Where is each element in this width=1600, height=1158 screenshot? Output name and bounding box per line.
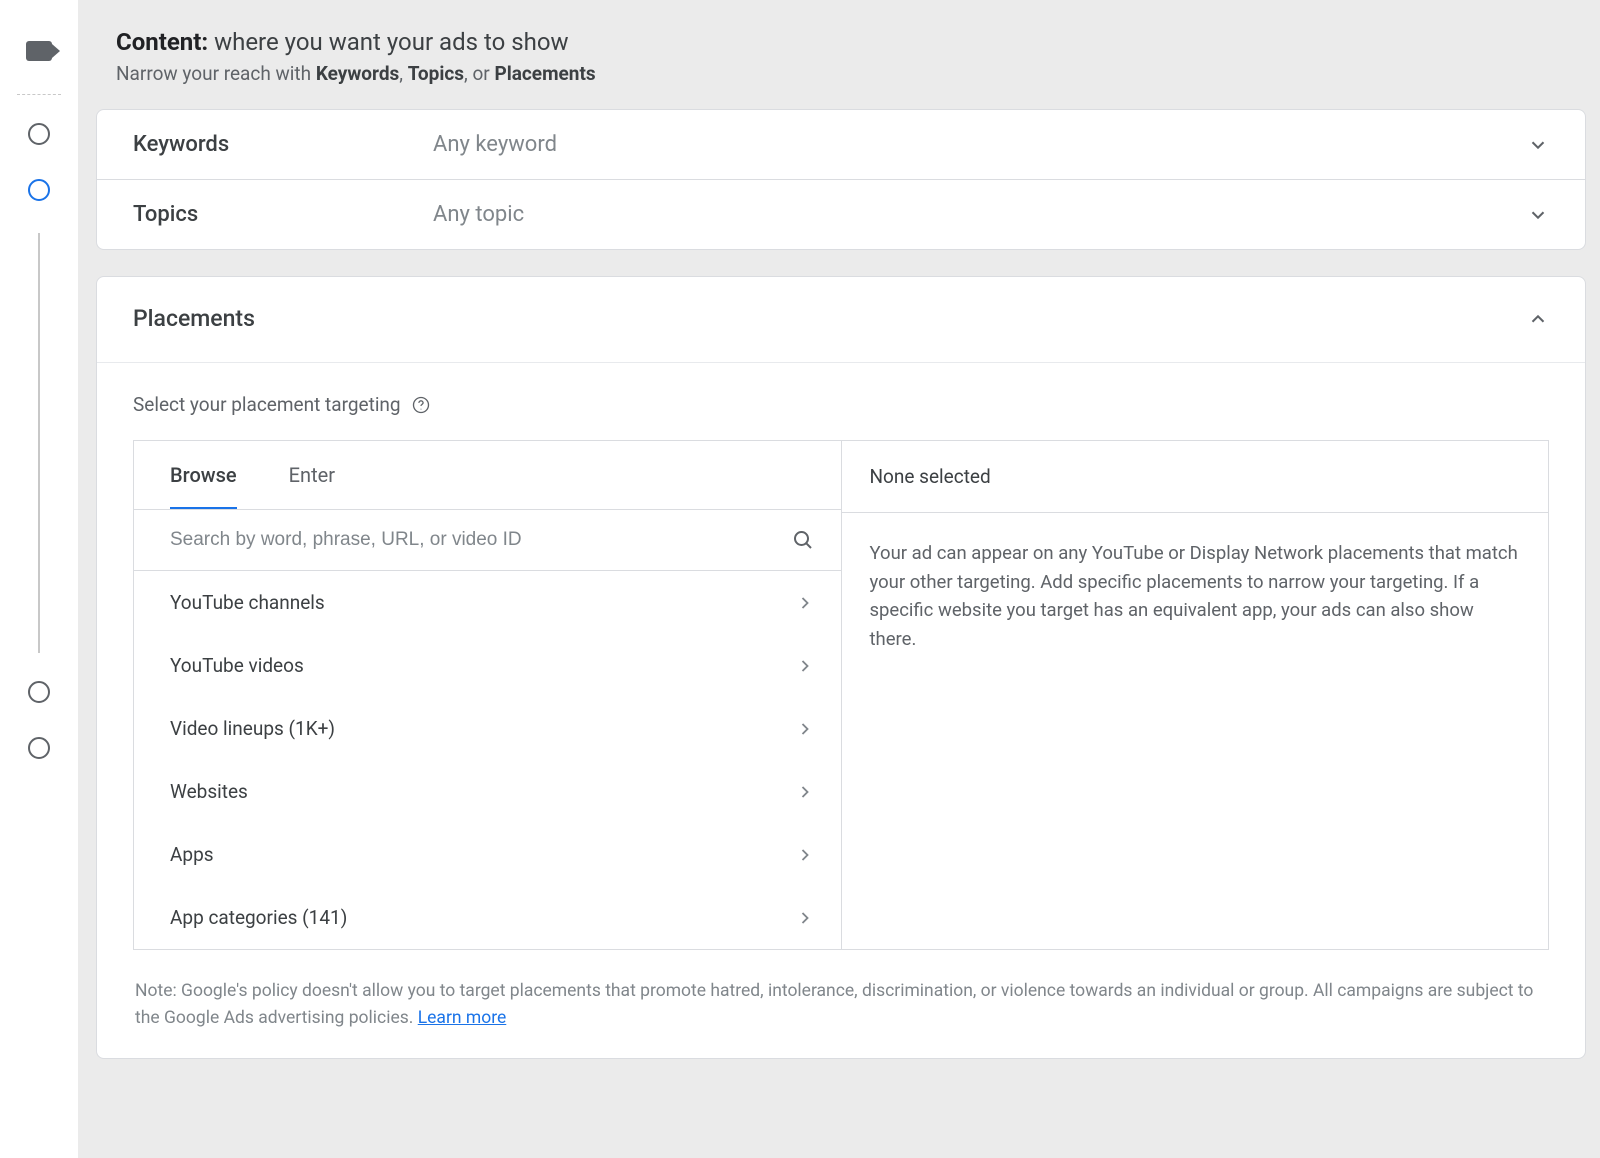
chevron-right-icon [795, 908, 815, 928]
placement-category[interactable]: YouTube channels [134, 571, 841, 634]
chevron-right-icon [795, 845, 815, 865]
tab-enter[interactable]: Enter [289, 463, 335, 510]
placement-picker: Browse Enter YouTube channels YouTube vid… [133, 440, 1549, 950]
step-circle[interactable] [26, 735, 52, 761]
selection-heading: None selected [842, 441, 1549, 513]
topics-row[interactable]: Topics Any topic [97, 180, 1585, 249]
content-collapsed-card: Keywords Any keyword Topics Any topic [96, 109, 1586, 250]
content-section-header: Content: where you want your ads to show… [96, 8, 1586, 109]
content-title-bold: Content: [116, 28, 208, 56]
chevron-right-icon [795, 593, 815, 613]
step-circle-active[interactable] [26, 177, 52, 203]
placements-header[interactable]: Placements [97, 277, 1585, 363]
step-circle[interactable] [26, 121, 52, 147]
topics-value: Any topic [433, 202, 1527, 227]
video-icon [26, 38, 52, 64]
placement-subtitle: Select your placement targeting [133, 393, 401, 416]
placement-category[interactable]: Apps [134, 823, 841, 886]
chevron-down-icon [1527, 204, 1549, 226]
placement-category-label: YouTube channels [170, 591, 325, 614]
chevron-down-icon [1527, 134, 1549, 156]
chevron-right-icon [795, 719, 815, 739]
tab-browse[interactable]: Browse [170, 463, 237, 510]
chevron-right-icon [795, 782, 815, 802]
help-icon[interactable] [411, 395, 431, 415]
step-line [38, 233, 40, 653]
keywords-label: Keywords [133, 132, 433, 157]
placement-category[interactable]: Video lineups (1K+) [134, 697, 841, 760]
chevron-right-icon [795, 656, 815, 676]
placement-browse-pane: Browse Enter YouTube channels YouTube vid… [134, 441, 842, 949]
content-title-rest: where you want your ads to show [208, 28, 568, 56]
topics-label: Topics [133, 202, 433, 227]
divider [17, 94, 61, 95]
selection-description: Your ad can appear on any YouTube or Dis… [842, 513, 1549, 680]
placements-title: Placements [133, 305, 255, 332]
placement-selection-pane: None selected Your ad can appear on any … [842, 441, 1549, 949]
placement-category[interactable]: App categories (141) [134, 886, 841, 949]
placement-category-label: App categories (141) [170, 906, 347, 929]
placement-category-label: Video lineups (1K+) [170, 717, 335, 740]
keywords-row[interactable]: Keywords Any keyword [97, 110, 1585, 180]
keywords-value: Any keyword [433, 132, 1527, 157]
chevron-up-icon [1527, 308, 1549, 330]
placement-category-label: YouTube videos [170, 654, 304, 677]
stepper-sidebar [0, 0, 78, 1158]
placement-category-label: Websites [170, 780, 248, 803]
learn-more-link[interactable]: Learn more [418, 1008, 507, 1028]
placement-category-label: Apps [170, 843, 214, 866]
step-circle[interactable] [26, 679, 52, 705]
placement-search-input[interactable] [170, 529, 777, 551]
placement-category[interactable]: YouTube videos [134, 634, 841, 697]
placement-category[interactable]: Websites [134, 760, 841, 823]
placements-card: Placements Select your placement targeti… [96, 276, 1586, 1059]
search-icon[interactable] [791, 528, 815, 552]
policy-note: Note: Google's policy doesn't allow you … [133, 950, 1549, 1038]
